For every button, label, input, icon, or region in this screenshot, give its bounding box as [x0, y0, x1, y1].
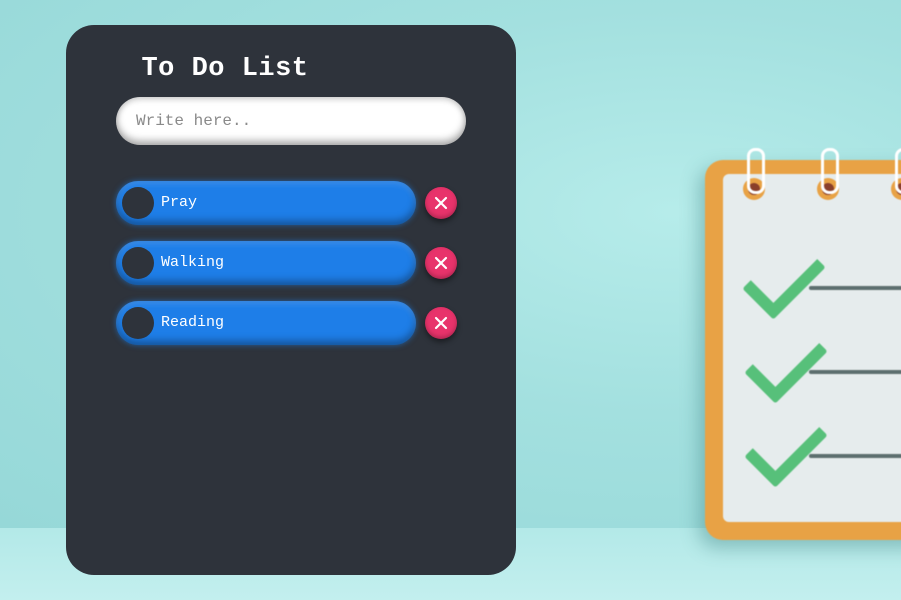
binder-ring	[821, 148, 839, 194]
binder-ring	[895, 148, 901, 194]
task-item[interactable]: Reading	[116, 301, 416, 345]
checklist-line	[809, 286, 901, 290]
check-icon	[742, 236, 826, 320]
checklist-notepad-illustration	[705, 148, 901, 540]
task-label: Reading	[161, 314, 225, 331]
close-icon	[434, 196, 448, 210]
checklist-line	[809, 454, 901, 458]
page-title: To Do List	[141, 54, 309, 84]
close-icon	[434, 316, 448, 330]
delete-task-button[interactable]	[425, 247, 457, 279]
delete-task-button[interactable]	[425, 307, 457, 339]
task-label: Walking	[161, 254, 225, 271]
circle-toggle-icon[interactable]	[122, 307, 154, 339]
close-icon	[434, 256, 448, 270]
check-icon	[744, 320, 828, 404]
task-item[interactable]: Pray	[116, 181, 416, 225]
check-icon	[744, 404, 828, 488]
task-input[interactable]	[116, 97, 466, 145]
delete-task-button[interactable]	[425, 187, 457, 219]
task-item[interactable]: Walking	[116, 241, 416, 285]
task-label: Pray	[161, 194, 198, 211]
notepad-paper	[723, 174, 901, 522]
circle-toggle-icon[interactable]	[122, 187, 154, 219]
circle-toggle-icon[interactable]	[122, 247, 154, 279]
binder-ring	[747, 148, 765, 194]
checklist-line	[809, 370, 901, 374]
